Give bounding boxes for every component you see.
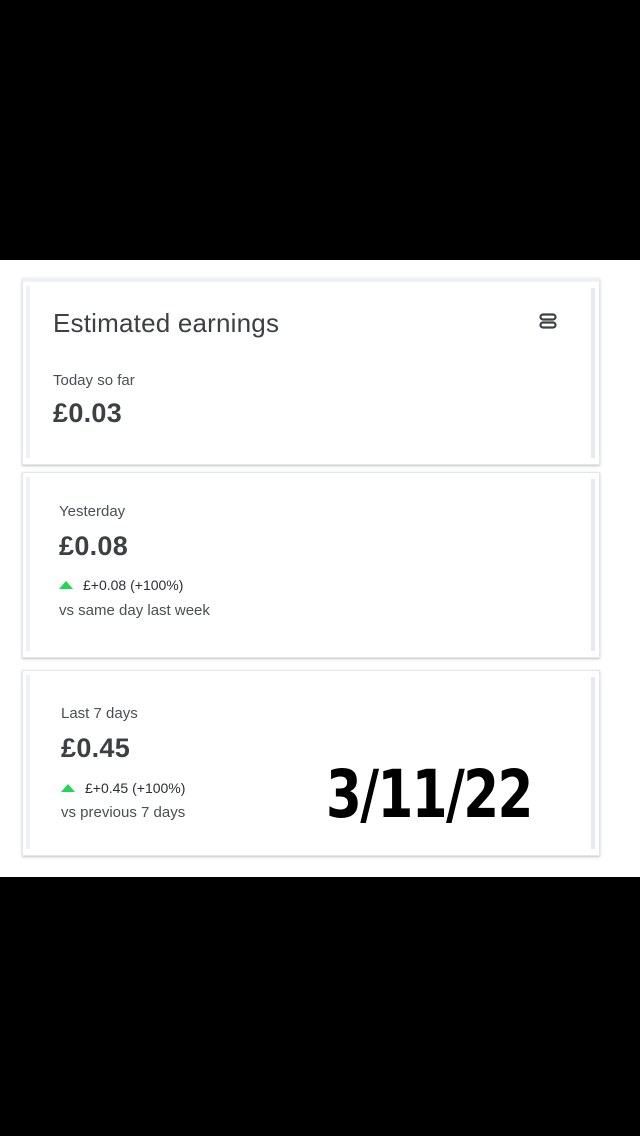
yesterday-card: Yesterday £0.08 £+0.08 (+100%) vs same d… xyxy=(22,472,600,658)
card-title: Estimated earnings xyxy=(53,308,280,338)
last7-comparison: vs previous 7 days xyxy=(61,804,186,821)
letterbox-top xyxy=(0,0,640,260)
yesterday-delta-text: £+0.08 (+100%) xyxy=(83,577,184,593)
estimated-earnings-card: Estimated earnings Today so far £0.03 xyxy=(22,278,600,465)
screenshot-area: Estimated earnings Today so far £0.03 Ye… xyxy=(0,260,640,877)
today-value: £0.03 xyxy=(53,398,123,428)
arrow-up-icon xyxy=(59,581,73,589)
last7-label: Last 7 days xyxy=(61,705,138,722)
yesterday-delta: £+0.08 (+100%) xyxy=(59,577,183,593)
last7-value: £0.45 xyxy=(61,733,131,763)
last7-delta-text: £+0.45 (+100%) xyxy=(85,780,186,796)
stack-icon[interactable] xyxy=(539,312,557,330)
yesterday-value: £0.08 xyxy=(59,531,129,561)
date-overlay-text: 3/11/22 xyxy=(326,756,533,833)
today-label: Today so far xyxy=(53,372,135,389)
yesterday-label: Yesterday xyxy=(59,503,126,520)
arrow-up-icon xyxy=(61,784,75,792)
yesterday-comparison: vs same day last week xyxy=(59,602,210,619)
letterbox-bottom xyxy=(0,877,640,1136)
last7-delta: £+0.45 (+100%) xyxy=(61,780,185,796)
